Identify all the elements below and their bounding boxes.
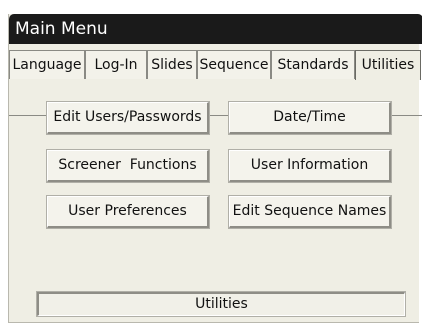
user-information-button[interactable]: User Information — [229, 150, 391, 182]
window-title: Main Menu — [15, 19, 108, 39]
tab-utilities[interactable]: Utilities — [355, 50, 421, 80]
date-time-button[interactable]: Date/Time — [229, 102, 391, 134]
status-bar: Utilities — [37, 292, 405, 316]
tab-sequence[interactable]: Sequence — [197, 50, 271, 79]
tab-language[interactable]: Language — [9, 50, 85, 79]
screen: Main Menu Language Log-In Slides Sequenc… — [0, 0, 422, 324]
edit-users-passwords-button[interactable]: Edit Users/Passwords — [47, 102, 209, 134]
edit-sequence-names-button[interactable]: Edit Sequence Names — [229, 196, 391, 228]
tab-slides[interactable]: Slides — [147, 50, 197, 79]
tab-log-in[interactable]: Log-In — [85, 50, 147, 79]
main-menu-window: Main Menu Language Log-In Slides Sequenc… — [8, 14, 422, 323]
tab-bar: Language Log-In Slides Sequence Standard… — [9, 50, 422, 116]
title-bar[interactable]: Main Menu — [9, 14, 422, 44]
screener-functions-button[interactable]: Screener Functions — [47, 150, 209, 182]
tab-standards[interactable]: Standards — [271, 50, 355, 79]
user-preferences-button[interactable]: User Preferences — [47, 196, 209, 228]
